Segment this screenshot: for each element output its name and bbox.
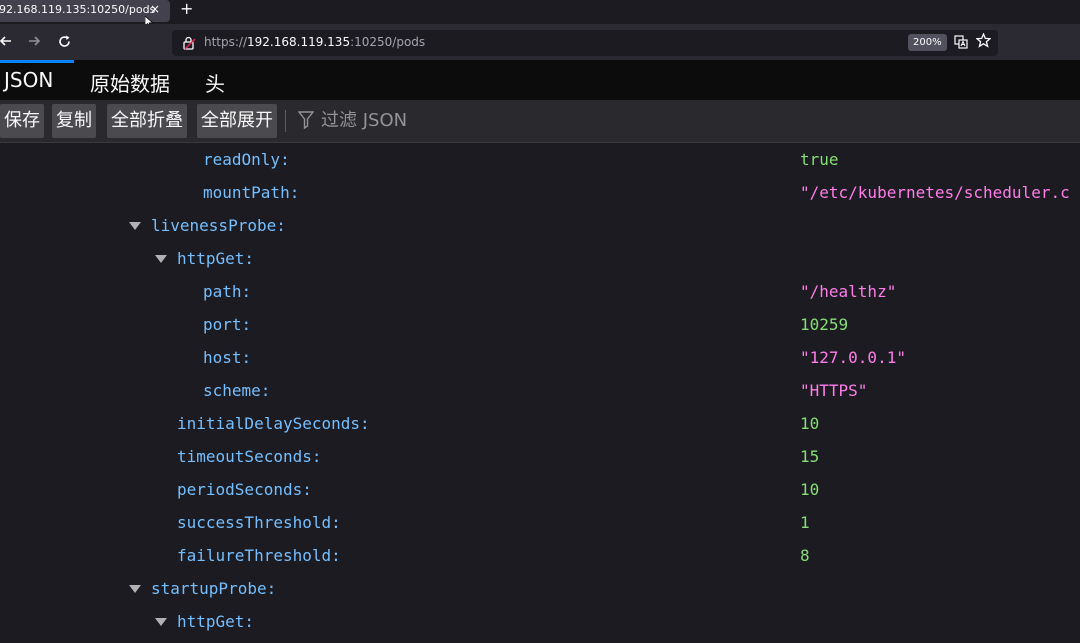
tree-value: "/etc/kubernetes/scheduler.c: [800, 183, 1070, 202]
save-button[interactable]: 保存: [0, 104, 44, 138]
tree-value: 8: [800, 546, 810, 565]
tree-row: mountPath: "/etc/kubernetes/scheduler.c: [0, 176, 1080, 209]
tab-title: 92.168.119.135:10250/pods: [0, 3, 156, 16]
expand-toggle-icon[interactable]: [155, 255, 167, 263]
tree-row[interactable]: httpGet:: [0, 242, 1080, 275]
expand-toggle-icon[interactable]: [155, 618, 167, 626]
filter-json-input[interactable]: 过滤 JSON: [321, 108, 407, 134]
tree-key: readOnly:: [203, 150, 290, 169]
tree-value: 15: [800, 447, 820, 466]
translate-icon[interactable]: [954, 35, 968, 49]
tree-row: successThreshold: 1: [0, 506, 1080, 539]
json-viewer-tabs: JSON 原始数据 头: [0, 60, 1080, 100]
tree-key: httpGet:: [177, 612, 255, 631]
tree-row: host: "127.0.0.1": [0, 341, 1080, 374]
bookmark-star-icon[interactable]: [976, 33, 991, 48]
new-tab-button[interactable]: +: [180, 0, 193, 18]
address-bar[interactable]: https://192.168.119.135:10250/pods 200%: [172, 30, 998, 56]
toolbar-divider: [285, 110, 286, 132]
tree-row: readOnly: true: [0, 143, 1080, 176]
tree-key: startupProbe:: [151, 579, 277, 598]
url-text: https://192.168.119.135:10250/pods: [204, 35, 425, 49]
expand-toggle-icon[interactable]: [129, 585, 141, 593]
tab-headers[interactable]: 头: [205, 68, 225, 100]
browser-tab-strip: 92.168.119.135:10250/pods × +: [0, 0, 1080, 28]
tree-key: failureThreshold:: [177, 546, 341, 565]
json-toolbar: 保存 复制 全部折叠 全部展开 过滤 JSON: [0, 100, 1080, 143]
expand-toggle-icon[interactable]: [129, 222, 141, 230]
tree-row: initialDelaySeconds: 10: [0, 407, 1080, 440]
back-icon[interactable]: [0, 35, 12, 47]
tree-key: mountPath:: [203, 183, 300, 202]
tree-value: 10: [800, 480, 820, 499]
tree-key: scheme:: [203, 381, 271, 400]
navigation-bar: https://192.168.119.135:10250/pods 200%: [0, 24, 1080, 60]
tree-value: 1: [800, 513, 810, 532]
tree-value: "HTTPS": [800, 381, 868, 400]
tree-row[interactable]: livenessProbe:: [0, 209, 1080, 242]
json-tree: readOnly: true mountPath: "/etc/kubernetes/…: [0, 143, 1080, 643]
tree-value: true: [800, 150, 839, 169]
tree-key: initialDelaySeconds:: [177, 414, 370, 433]
tree-row: path: "/healthz": [0, 275, 1080, 308]
tree-row[interactable]: httpGet:: [0, 605, 1080, 638]
tree-key: timeoutSeconds:: [177, 447, 322, 466]
tree-key: port:: [203, 315, 252, 334]
zoom-level-button[interactable]: 200%: [908, 34, 947, 51]
tree-key: livenessProbe:: [151, 216, 286, 235]
tree-row: periodSeconds: 10: [0, 473, 1080, 506]
copy-button[interactable]: 复制: [52, 104, 96, 138]
tree-value: 10: [800, 414, 820, 433]
tree-key: host:: [203, 348, 252, 367]
tab-raw-data[interactable]: 原始数据: [90, 68, 170, 100]
lock-icon[interactable]: [182, 36, 196, 50]
tree-key: periodSeconds:: [177, 480, 312, 499]
tree-key: successThreshold:: [177, 513, 341, 532]
tree-row: timeoutSeconds: 15: [0, 440, 1080, 473]
tree-value: 10259: [800, 315, 849, 334]
url-scheme: https://: [204, 35, 248, 49]
forward-icon[interactable]: [28, 35, 40, 47]
tree-value: "127.0.0.1": [800, 348, 906, 367]
tree-key: path:: [203, 282, 252, 301]
tree-row: failureThreshold: 8: [0, 539, 1080, 572]
url-host: 192.168.119.135: [247, 35, 351, 49]
collapse-all-button[interactable]: 全部折叠: [107, 104, 187, 138]
reload-icon[interactable]: [58, 35, 71, 48]
tree-row: scheme: "HTTPS": [0, 374, 1080, 407]
filter-icon: [298, 111, 314, 129]
tab-json[interactable]: JSON: [0, 60, 75, 100]
url-path: :10250/pods: [350, 35, 426, 49]
tree-key: httpGet:: [177, 249, 255, 268]
expand-all-button[interactable]: 全部展开: [197, 104, 277, 138]
tree-row[interactable]: startupProbe:: [0, 572, 1080, 605]
tree-row: port: 10259: [0, 308, 1080, 341]
tree-value: "/healthz": [800, 282, 897, 301]
